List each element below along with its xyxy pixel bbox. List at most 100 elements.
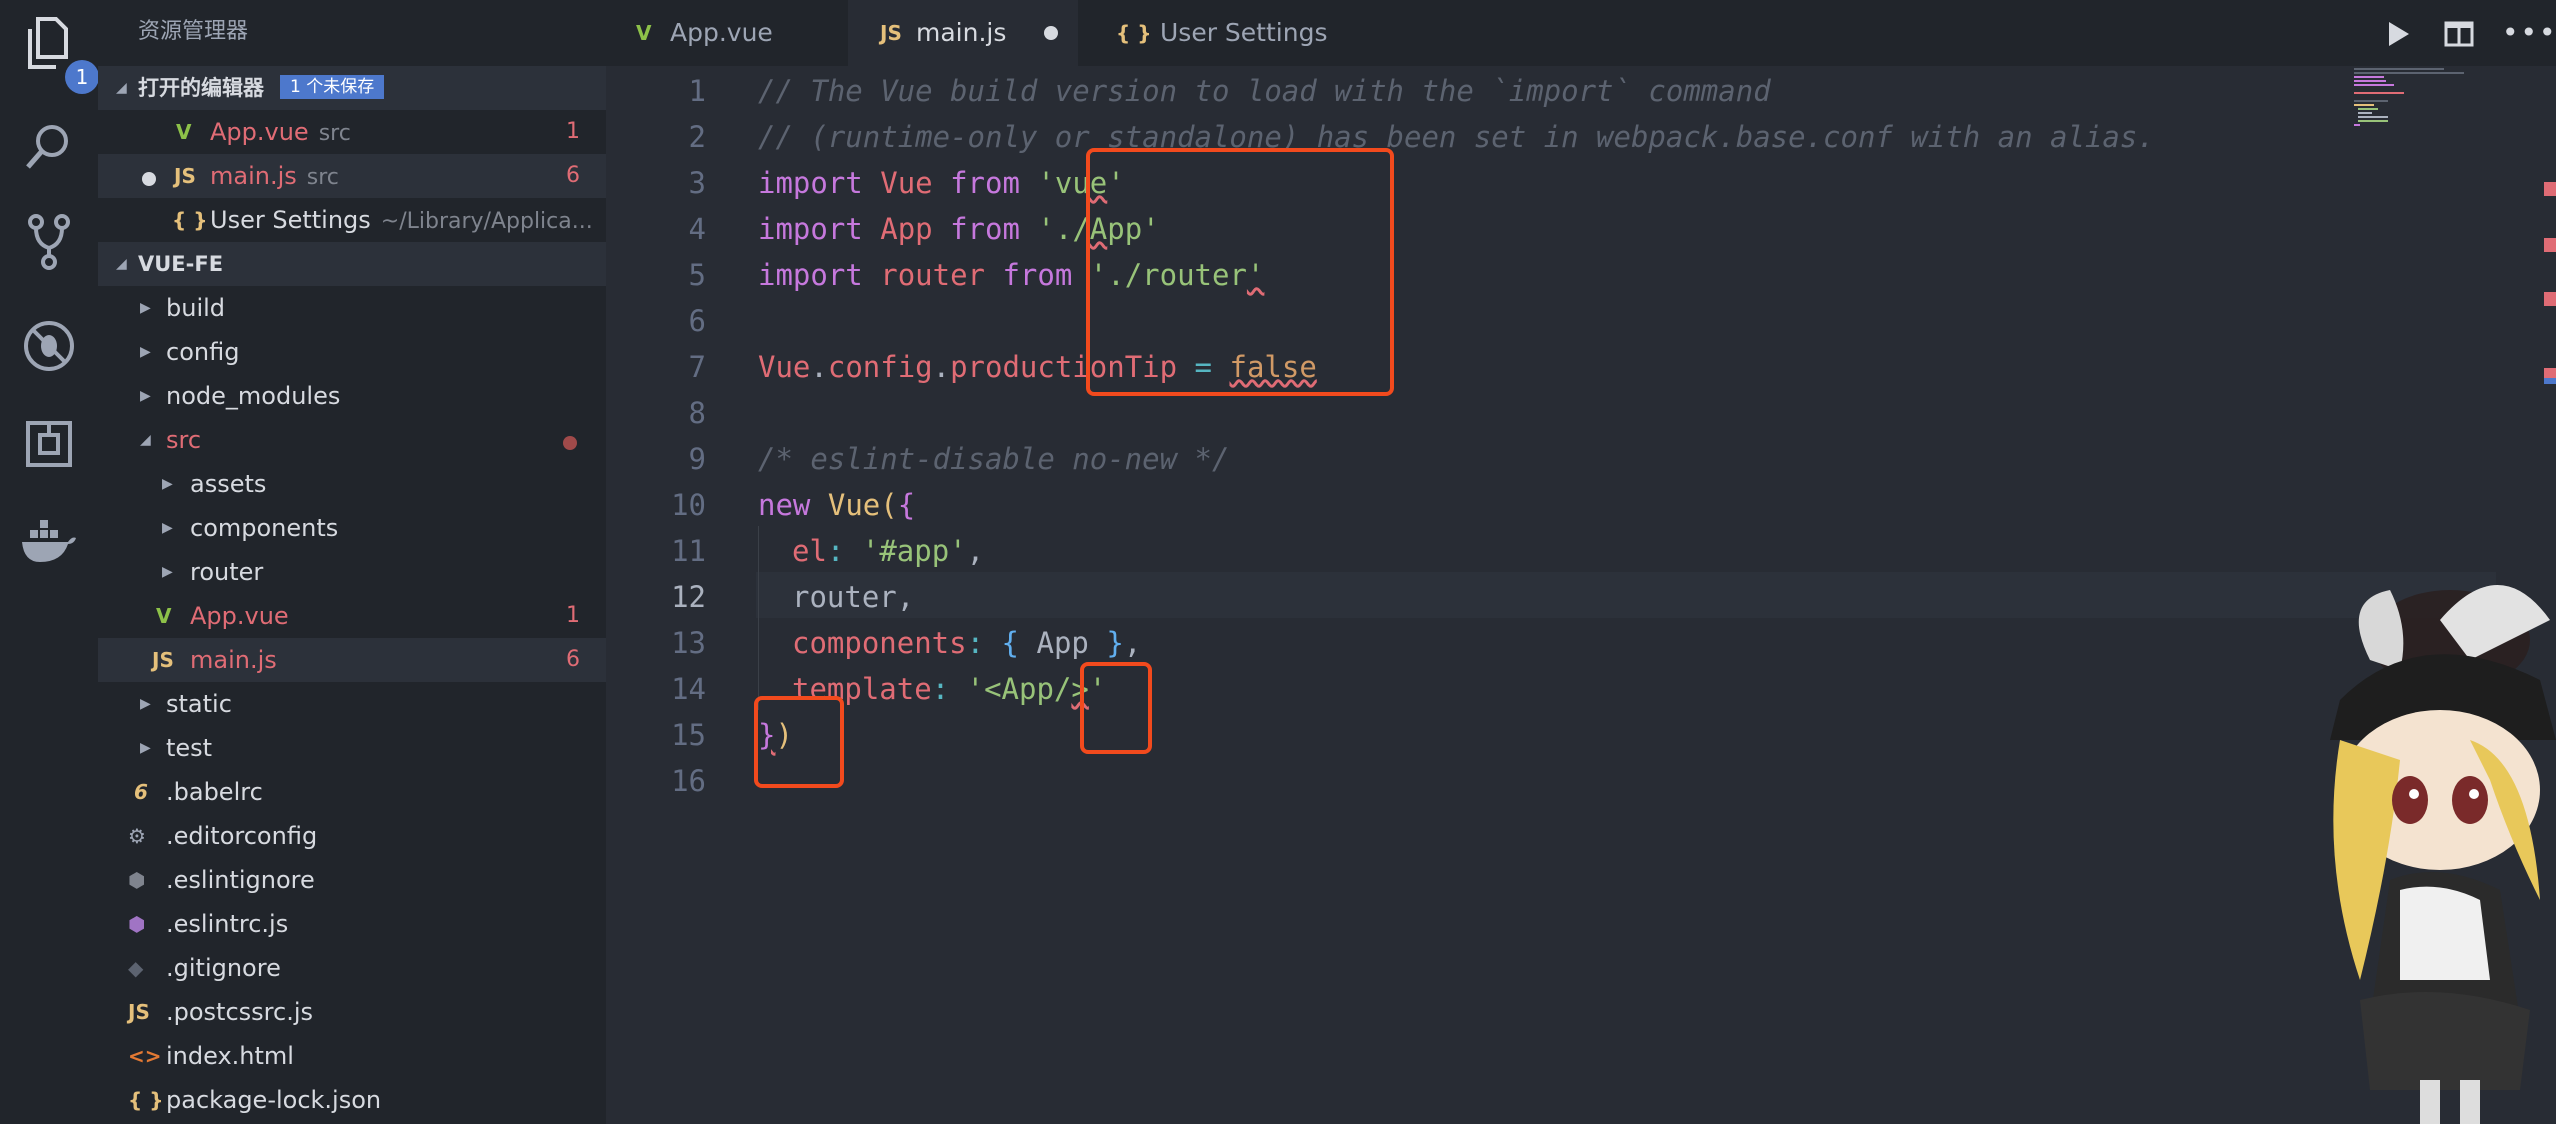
open-editor-main-js[interactable]: JS main.js src 6 [98, 154, 606, 198]
minimap[interactable] [2354, 66, 2484, 126]
docker-icon[interactable] [19, 512, 79, 572]
indent-guide [758, 526, 759, 710]
tree-label: .gitignore [166, 954, 281, 982]
tree-label: router [190, 558, 264, 586]
js-file-icon: JS [174, 164, 196, 188]
js-file-icon: JS [152, 648, 174, 672]
chevron-right-icon: ▶ [162, 476, 173, 492]
background-character-image [2330, 585, 2556, 1124]
line-number: 7 [688, 350, 706, 384]
code-line-1: // The Vue build version to load with th… [758, 74, 1771, 108]
tree-file-index-html[interactable]: <> index.html [98, 1034, 606, 1078]
git-icon: ◆ [128, 956, 144, 980]
open-editor-name: App.vue [210, 118, 309, 146]
cursor-marker [2544, 378, 2556, 384]
tab-bar: V App.vue JS main.js { } User Settings •… [606, 0, 2556, 66]
collapse-icon: ◢ [116, 80, 127, 96]
tree-folder-router[interactable]: ▶ router [98, 550, 606, 594]
line-number: 6 [688, 304, 706, 338]
project-title: VUE-FE [138, 252, 224, 276]
extensions-icon[interactable] [19, 414, 79, 474]
chevron-right-icon: ▶ [140, 388, 151, 404]
explorer-icon[interactable]: 1 [19, 14, 99, 94]
tree-folder-test[interactable]: ▶ test [98, 726, 606, 770]
tree-file-editorconfig[interactable]: ⚙ .editorconfig [98, 814, 606, 858]
tree-label: static [166, 690, 232, 718]
problem-count: 6 [566, 647, 580, 672]
line-number: 1 [688, 74, 706, 108]
open-editors-header[interactable]: ◢ 打开的编辑器 1 个未保存 [98, 66, 606, 110]
line-number-current: 12 [671, 580, 706, 614]
tree-folder-assets[interactable]: ▶ assets [98, 462, 606, 506]
code-line-3: import Vue from 'vue' [758, 166, 1125, 200]
project-header[interactable]: ◢ VUE-FE [98, 242, 606, 286]
line-number: 15 [671, 718, 706, 752]
source-control-icon[interactable] [19, 212, 79, 272]
line-number: 11 [671, 534, 706, 568]
line-number: 14 [671, 672, 706, 706]
tab-label: User Settings [1160, 18, 1328, 47]
line-number: 8 [688, 396, 706, 430]
tree-file-package-lock[interactable]: { } package-lock.json [98, 1078, 606, 1122]
annotation-box [1080, 662, 1152, 754]
problem-count: 1 [566, 119, 580, 144]
unsaved-dot[interactable] [142, 172, 156, 186]
tree-file-eslintrc[interactable]: ⬢ .eslintrc.js [98, 902, 606, 946]
tree-file-postcssrc[interactable]: JS .postcssrc.js [98, 990, 606, 1034]
modified-dot [563, 436, 577, 450]
tree-label: assets [190, 470, 267, 498]
vue-file-icon: V [636, 21, 652, 45]
tree-folder-components[interactable]: ▶ components [98, 506, 606, 550]
json-file-icon: { } [128, 1088, 164, 1112]
error-marker [2544, 182, 2556, 196]
explorer-badge: 1 [65, 60, 99, 94]
error-marker [2544, 292, 2556, 306]
open-editor-path: src [318, 121, 351, 146]
more-actions-icon[interactable]: ••• [2502, 0, 2556, 66]
unsaved-dot[interactable] [1044, 26, 1058, 40]
tree-file-eslintignore[interactable]: ⬢ .eslintignore [98, 858, 606, 902]
tree-label: node_modules [166, 382, 341, 410]
line-number: 2 [688, 120, 706, 154]
tree-file-babelrc[interactable]: 6 .babelrc [98, 770, 606, 814]
tree-label: .postcssrc.js [166, 998, 313, 1026]
open-editor-name: main.js [210, 162, 297, 190]
tree-folder-static[interactable]: ▶ static [98, 682, 606, 726]
code-line-12: router, [792, 580, 915, 614]
gear-icon: ⚙ [128, 824, 146, 848]
tab-label: main.js [916, 18, 1007, 47]
chevron-right-icon: ▶ [140, 740, 151, 756]
open-editors-title: 打开的编辑器 [138, 76, 264, 100]
tree-folder-node-modules[interactable]: ▶ node_modules [98, 374, 606, 418]
tree-label: test [166, 734, 213, 762]
current-line-highlight [756, 572, 2496, 618]
tree-folder-build[interactable]: ▶ build [98, 286, 606, 330]
open-editor-app-vue[interactable]: V App.vue src 1 [98, 110, 606, 154]
code-line-2: // (runtime-only or standalone) has been… [758, 120, 2155, 154]
code-line-10: new Vue({ [758, 488, 916, 522]
chevron-right-icon: ▶ [140, 696, 151, 712]
chevron-right-icon: ▶ [140, 300, 151, 316]
tree-file-app-vue[interactable]: V App.vue 1 [98, 594, 606, 638]
open-editor-user-settings[interactable]: { } User Settings ~/Library/Applica... [98, 198, 606, 242]
tree-folder-src[interactable]: ◢ src [98, 418, 606, 462]
tree-label: index.html [166, 1042, 294, 1070]
tab-main-js[interactable]: JS main.js [848, 0, 1078, 66]
code-editor[interactable]: 1 2 3 4 5 6 7 8 9 10 11 12 13 14 15 16 /… [606, 66, 2556, 1124]
tree-file-main-js[interactable]: JS main.js 6 [98, 638, 606, 682]
collapse-icon: ◢ [116, 256, 127, 272]
tree-label: config [166, 338, 240, 366]
tree-folder-config[interactable]: ▶ config [98, 330, 606, 374]
tree-label: build [166, 294, 226, 322]
tree-label: package-lock.json [166, 1086, 382, 1114]
run-icon[interactable] [2386, 0, 2412, 66]
line-number: 16 [671, 764, 706, 798]
code-line-9: /* eslint-disable no-new */ [758, 442, 1230, 476]
tree-file-gitignore[interactable]: ◆ .gitignore [98, 946, 606, 990]
tab-user-settings[interactable]: { } User Settings [1080, 0, 1342, 66]
tree-label: src [166, 426, 202, 454]
search-icon[interactable] [19, 116, 79, 176]
tab-app-vue[interactable]: V App.vue [606, 0, 846, 66]
debug-icon[interactable] [19, 316, 79, 376]
split-editor-icon[interactable] [2444, 0, 2474, 66]
